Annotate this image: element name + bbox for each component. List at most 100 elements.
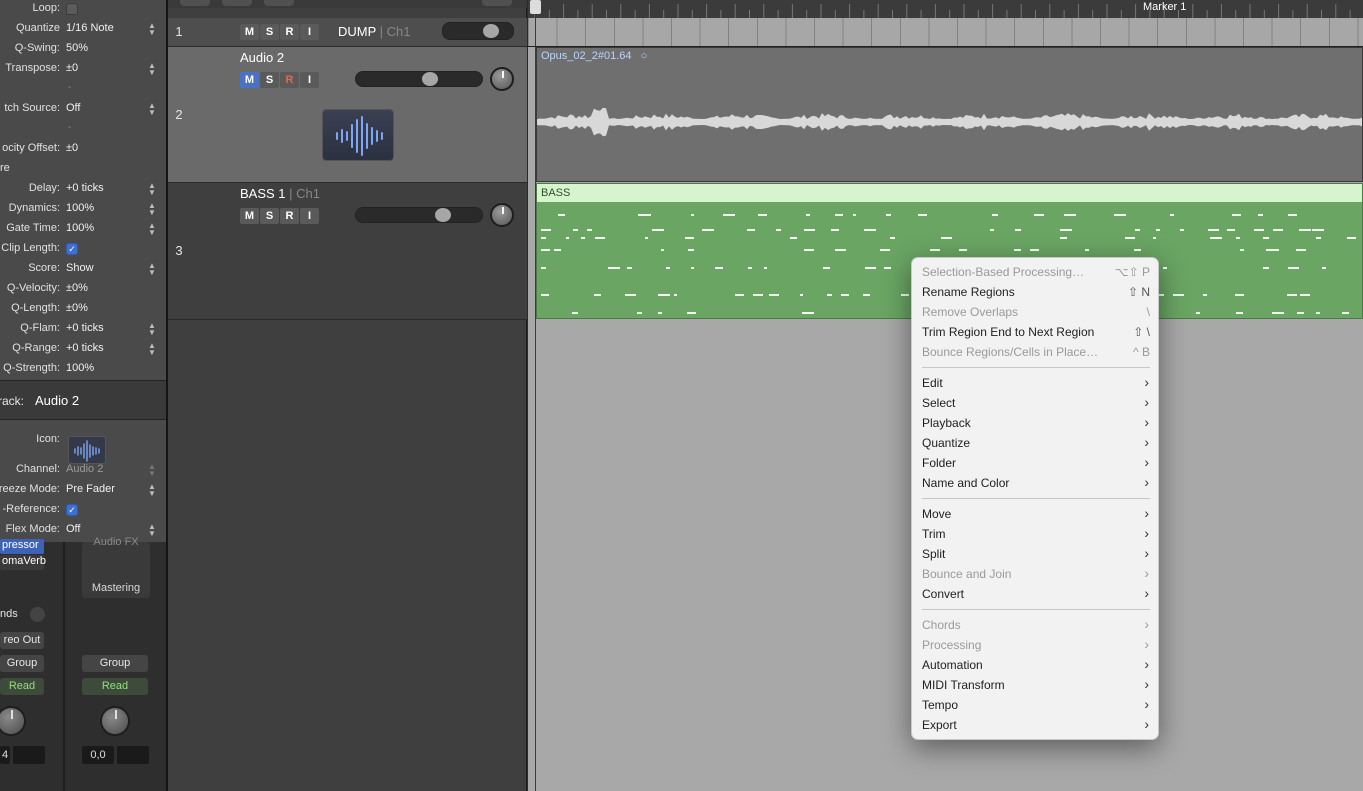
- audio-region[interactable]: Opus_02_2#01.64 ○: [536, 47, 1363, 182]
- track-row-3[interactable]: 3 BASS 1 | Ch1 M S R I: [168, 183, 527, 320]
- track-2-pan-knob[interactable]: [490, 67, 514, 91]
- record-button[interactable]: R: [280, 208, 299, 224]
- mute-button[interactable]: M: [240, 24, 259, 40]
- region-param-row[interactable]: Quantize 1/16 Note ▲ ▼: [0, 19, 166, 39]
- input-monitor-button[interactable]: I: [300, 24, 319, 40]
- stepper-icon[interactable]: ▲ ▼: [148, 222, 156, 237]
- region-param-row[interactable]: ocity Offset: ±0: [0, 139, 166, 159]
- menu-item-chords[interactable]: Chords ›: [912, 615, 1160, 635]
- region-param-value[interactable]: 1/16 Note: [66, 22, 114, 34]
- pan-knob-left[interactable]: [0, 706, 26, 736]
- playhead-handle[interactable]: [530, 0, 541, 14]
- stepper-icon[interactable]: ▲ ▼: [148, 202, 156, 217]
- region-param-value[interactable]: +0 ticks: [66, 342, 104, 354]
- menu-item-remove-overlaps[interactable]: Remove Overlaps \: [912, 302, 1160, 322]
- menu-item-automation[interactable]: Automation ›: [912, 655, 1160, 675]
- region-param-row[interactable]: -: [0, 119, 166, 139]
- menu-item-bounce-regions-cells-in-place[interactable]: Bounce Regions/Cells in Place… ^ B: [912, 342, 1160, 362]
- flex-mode-value[interactable]: Off: [66, 523, 80, 535]
- stepper-icon[interactable]: ▲ ▼: [148, 182, 156, 197]
- record-button[interactable]: R: [280, 72, 299, 88]
- fader-thumb[interactable]: [483, 24, 499, 38]
- region-param-row[interactable]: Clip Length: ✓: [0, 239, 166, 259]
- region-param-row[interactable]: Gate Time: 100% ▲ ▼: [0, 219, 166, 239]
- mute-button[interactable]: M: [240, 208, 259, 224]
- menu-item-folder[interactable]: Folder ›: [912, 453, 1160, 473]
- region-param-row[interactable]: Score: Show ▲ ▼: [0, 259, 166, 279]
- record-button[interactable]: R: [280, 24, 299, 40]
- region-param-row[interactable]: Delay: +0 ticks ▲ ▼: [0, 179, 166, 199]
- input-monitor-button[interactable]: I: [300, 72, 319, 88]
- menu-item-edit[interactable]: Edit ›: [912, 373, 1160, 393]
- region-param-value[interactable]: ±0: [66, 142, 78, 154]
- menu-item-bounce-and-join[interactable]: Bounce and Join ›: [912, 564, 1160, 584]
- region-param-row[interactable]: Q-Range: +0 ticks ▲ ▼: [0, 339, 166, 359]
- fader-thumb[interactable]: [435, 208, 451, 222]
- region-param-row[interactable]: Loop:: [0, 0, 166, 19]
- flex-mode-stepper-icon[interactable]: ▲ ▼: [148, 523, 156, 538]
- mute-button[interactable]: M: [240, 72, 259, 88]
- menu-item-trim-region-end-to-next-region[interactable]: Trim Region End to Next Region ⇧ \: [912, 322, 1160, 342]
- plugin-slot-compressor[interactable]: pressor: [0, 539, 44, 554]
- fader-thumb[interactable]: [422, 72, 438, 86]
- region-param-checkbox[interactable]: [66, 3, 78, 15]
- stepper-icon[interactable]: ▲ ▼: [148, 262, 156, 277]
- stepper-icon[interactable]: ▲ ▼: [148, 62, 156, 77]
- menu-item-processing[interactable]: Processing ›: [912, 635, 1160, 655]
- region-param-value[interactable]: 100%: [66, 222, 94, 234]
- track-1-name[interactable]: DUMP | Ch1: [338, 24, 411, 39]
- playhead[interactable]: [535, 0, 536, 791]
- input-monitor-button[interactable]: I: [300, 208, 319, 224]
- menu-item-selection-based-processing[interactable]: Selection-Based Processing… ⌥⇧ P: [912, 262, 1160, 282]
- send-knob[interactable]: [30, 607, 45, 622]
- menu-item-rename-regions[interactable]: Rename Regions ⇧ N: [912, 282, 1160, 302]
- track-3-pan-knob[interactable]: [490, 203, 514, 227]
- track-2-volume-fader[interactable]: [355, 71, 483, 87]
- track-2-icon[interactable]: [322, 109, 394, 161]
- solo-button[interactable]: S: [260, 72, 279, 88]
- region-param-row[interactable]: Q-Strength: 100%: [0, 359, 166, 379]
- menu-item-select[interactable]: Select ›: [912, 393, 1160, 413]
- group-button-right[interactable]: Group: [82, 655, 148, 672]
- track-row-2[interactable]: 2 Audio 2 M S R I: [168, 47, 527, 183]
- region-param-value[interactable]: Show: [66, 262, 94, 274]
- track-2-name[interactable]: Audio 2: [240, 50, 284, 65]
- menu-item-playback[interactable]: Playback ›: [912, 413, 1160, 433]
- menu-item-name-and-color[interactable]: Name and Color ›: [912, 473, 1160, 493]
- region-param-row[interactable]: Q-Swing: 50%: [0, 39, 166, 59]
- track-1-fader[interactable]: [442, 22, 514, 40]
- plugin-slot-chromaverb[interactable]: omaVerb: [0, 555, 46, 570]
- group-button-left[interactable]: Group: [0, 655, 44, 672]
- add-track-button[interactable]: [180, 0, 210, 6]
- track-3-name[interactable]: BASS 1 | Ch1: [240, 186, 320, 201]
- region-param-value[interactable]: 100%: [66, 202, 94, 214]
- menu-item-split[interactable]: Split ›: [912, 544, 1160, 564]
- stepper-icon[interactable]: ▲ ▼: [148, 342, 156, 357]
- track-inspector-header[interactable]: rack: Audio 2: [0, 380, 166, 420]
- menu-item-move[interactable]: Move ›: [912, 504, 1160, 524]
- marker-1[interactable]: Marker 1: [1143, 1, 1186, 13]
- freeze-mode-value[interactable]: Pre Fader: [66, 483, 115, 495]
- output-button[interactable]: reo Out: [0, 632, 44, 649]
- audio-fx-slot[interactable]: Audio FX Mastering: [82, 536, 150, 598]
- region-param-row[interactable]: Dynamics: 100% ▲ ▼: [0, 199, 166, 219]
- region-param-value[interactable]: +0 ticks: [66, 182, 104, 194]
- duplicate-track-button[interactable]: [222, 0, 252, 6]
- region-param-value[interactable]: ±0: [66, 62, 78, 74]
- reference-checkbox[interactable]: ✓: [66, 504, 78, 516]
- ruler[interactable]: Marker 1: [528, 0, 1363, 18]
- region-param-row[interactable]: Q-Flam: +0 ticks ▲ ▼: [0, 319, 166, 339]
- menu-item-midi-transform[interactable]: MIDI Transform ›: [912, 675, 1160, 695]
- solo-button[interactable]: S: [260, 24, 279, 40]
- stepper-icon[interactable]: ▲ ▼: [148, 102, 156, 117]
- automation-read-left[interactable]: Read: [0, 678, 44, 695]
- region-param-row[interactable]: Q-Velocity: ±0%: [0, 279, 166, 299]
- menu-item-trim[interactable]: Trim ›: [912, 524, 1160, 544]
- region-param-value[interactable]: ±0%: [66, 282, 88, 294]
- automation-read-right[interactable]: Read: [82, 678, 148, 695]
- solo-button[interactable]: S: [260, 208, 279, 224]
- region-param-value[interactable]: 50%: [66, 42, 88, 54]
- region-param-checkbox[interactable]: ✓: [66, 243, 78, 255]
- menu-item-export[interactable]: Export ›: [912, 715, 1160, 735]
- region-param-row[interactable]: -: [0, 79, 166, 99]
